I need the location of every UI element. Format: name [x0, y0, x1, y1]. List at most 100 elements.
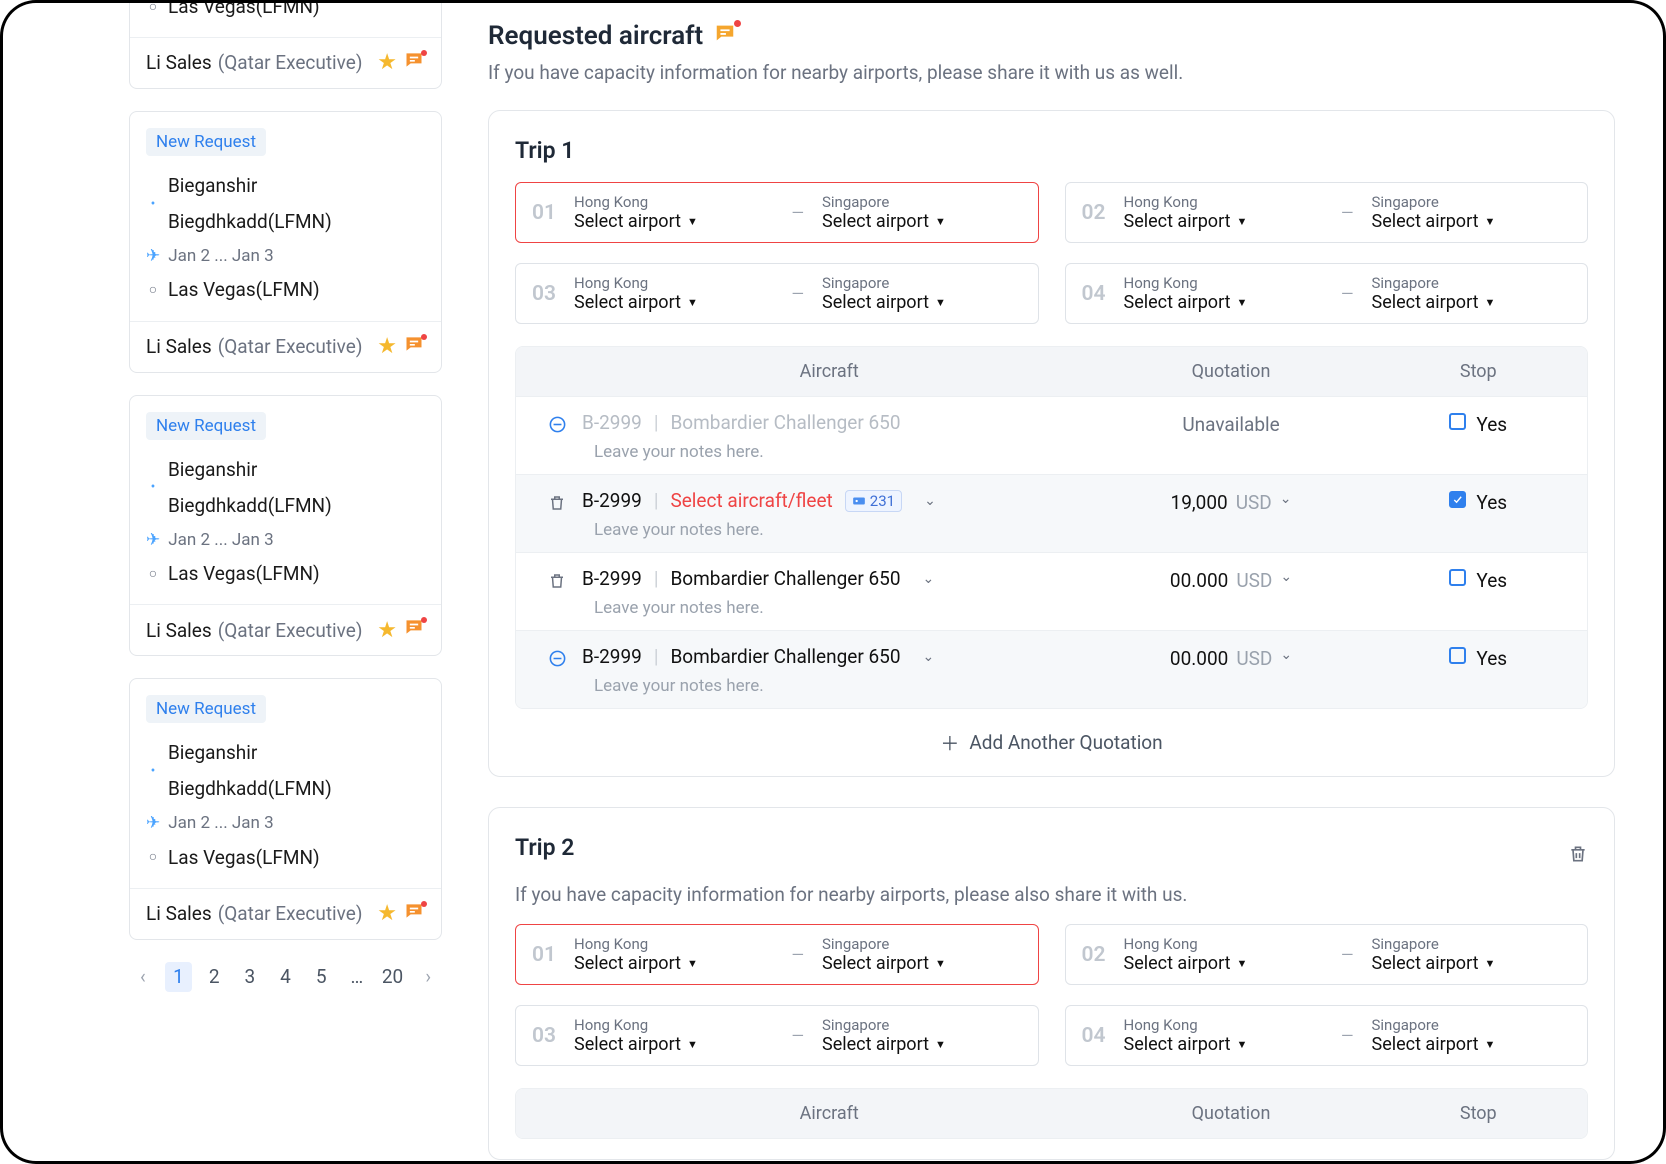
request-card[interactable]: New Request •Bieganshir Biegdhkadd(LFMN)…: [129, 111, 442, 373]
chat-icon[interactable]: [403, 617, 425, 643]
from-airport-select[interactable]: Select airport ▼: [1124, 1034, 1248, 1055]
new-request-badge: New Request: [146, 695, 266, 723]
leg-selector[interactable]: 02 Hong Kong Select airport ▼ — Singapor…: [1065, 924, 1589, 985]
leg-selector[interactable]: 02 Hong Kong Select airport ▼ — Singapor…: [1065, 182, 1589, 243]
to-label: Singapore: [1372, 1016, 1572, 1034]
pager-next[interactable]: ›: [414, 962, 442, 992]
from-airport-select[interactable]: Select airport ▼: [574, 1034, 698, 1055]
request-card[interactable]: New Request •Bieganshir Biegdhkadd(LFMN)…: [129, 678, 442, 940]
leg-selector[interactable]: 03 Hong Kong Select airport ▼ — Singapor…: [515, 263, 1039, 324]
from-airport-select[interactable]: Select airport ▼: [1124, 292, 1248, 313]
aircraft-line[interactable]: B-2999| Select aircraft/fleet 231 ⌄: [582, 489, 1077, 512]
to-label: Singapore: [1372, 193, 1572, 211]
pager-page[interactable]: 3: [236, 962, 264, 992]
to-airport-select[interactable]: Select airport ▼: [822, 1034, 946, 1055]
leg-number: 03: [532, 282, 556, 306]
from-label: Hong Kong: [574, 193, 774, 211]
notes-placeholder[interactable]: Leave your notes here.: [594, 598, 1077, 618]
dash-icon: —: [1341, 203, 1354, 222]
delete-row-icon[interactable]: [548, 571, 566, 596]
notes-placeholder[interactable]: Leave your notes here.: [594, 442, 1077, 462]
add-quotation-button[interactable]: ＋Add Another Quotation: [515, 709, 1588, 756]
price-cell[interactable]: 19,000USD⌄: [1077, 489, 1386, 514]
from-label: Hong Kong: [1124, 274, 1324, 292]
caret-down-icon: ▼: [1237, 957, 1248, 970]
stop-checkbox[interactable]: [1449, 491, 1466, 508]
pager-prev[interactable]: ‹: [129, 962, 157, 992]
to-airport-select[interactable]: Select airport ▼: [1372, 292, 1496, 313]
from-label: Hong Kong: [574, 935, 774, 953]
dot-icon: •: [146, 474, 160, 501]
aircraft-line[interactable]: B-2999| Bombardier Challenger 650 ⌄: [582, 567, 1077, 590]
pager-page[interactable]: 5: [307, 962, 335, 992]
request-card[interactable]: New Request •Bieganshir Biegdhkadd(LFMN)…: [129, 395, 442, 657]
chat-icon[interactable]: [403, 334, 425, 360]
caret-down-icon: ▼: [935, 296, 946, 309]
pager-page[interactable]: 4: [272, 962, 300, 992]
dash-icon: —: [792, 284, 805, 303]
delete-row-icon[interactable]: [548, 493, 566, 518]
dot-icon: •: [146, 758, 160, 785]
chat-icon[interactable]: [403, 901, 425, 927]
leg-selector[interactable]: 04 Hong Kong Select airport ▼ — Singapor…: [1065, 263, 1589, 324]
table-row: B-2999| Select aircraft/fleet 231 ⌄ Leav…: [516, 474, 1587, 552]
to-airport-select[interactable]: Select airport ▼: [822, 292, 946, 313]
to-airport-select[interactable]: Select airport ▼: [1372, 1034, 1496, 1055]
from-airport-select[interactable]: Select airport ▼: [1124, 953, 1248, 974]
star-icon[interactable]: ★: [377, 334, 397, 359]
to-airport-select[interactable]: Select airport ▼: [1372, 211, 1496, 232]
caret-down-icon: ▼: [687, 1038, 698, 1051]
route-line: •Bieganshir Biegdhkadd(LFMN): [146, 735, 425, 807]
pager-page[interactable]: 20: [379, 962, 407, 992]
route-line: •Bieganshir Biegdhkadd(LFMN): [146, 452, 425, 524]
stop-cell: Yes: [1386, 411, 1571, 436]
to-airport-select[interactable]: Select airport ▼: [822, 211, 946, 232]
pager-page[interactable]: 1: [165, 962, 193, 992]
to-label: Singapore: [1372, 935, 1572, 953]
leg-selector[interactable]: 01 Hong Kong Select airport ▼ — Singapor…: [515, 924, 1039, 985]
dot-icon: •: [146, 191, 160, 218]
from-airport-select[interactable]: Select airport ▼: [574, 953, 698, 974]
from-airport-select[interactable]: Select airport ▼: [574, 211, 698, 232]
plus-icon: ＋: [940, 729, 959, 756]
disable-row-icon[interactable]: [548, 649, 567, 673]
dash-icon: —: [792, 1026, 805, 1045]
to-airport-select[interactable]: Select airport ▼: [1372, 953, 1496, 974]
delete-trip-icon[interactable]: [1568, 843, 1588, 870]
chat-icon[interactable]: [713, 22, 737, 50]
leg-number: 02: [1082, 943, 1106, 967]
from-airport-select[interactable]: Select airport ▼: [574, 292, 698, 313]
from-airport-select[interactable]: Select airport ▼: [1124, 211, 1248, 232]
leg-selector[interactable]: 03 Hong Kong Select airport ▼ — Singapor…: [515, 1005, 1039, 1066]
star-icon[interactable]: ★: [377, 618, 397, 643]
price-cell[interactable]: 00.000USD⌄: [1077, 567, 1386, 592]
disable-row-icon[interactable]: [548, 415, 567, 439]
price-cell[interactable]: Unavailable: [1077, 411, 1386, 436]
notes-placeholder[interactable]: Leave your notes here.: [594, 520, 1077, 540]
stop-cell: Yes: [1386, 567, 1571, 592]
star-icon[interactable]: ★: [377, 901, 397, 926]
dest-line: ○Las Vegas(LFMN): [146, 272, 425, 308]
to-airport-select[interactable]: Select airport ▼: [822, 953, 946, 974]
aircraft-line[interactable]: B-2999| Bombardier Challenger 650: [582, 411, 1077, 434]
request-card[interactable]: • ✈Jan 2 ... Jan 3 ○Las Vegas(LFMN) Li S…: [129, 3, 442, 89]
price-cell[interactable]: 00.000USD⌄: [1077, 645, 1386, 670]
star-icon[interactable]: ★: [377, 50, 397, 75]
notes-placeholder[interactable]: Leave your notes here.: [594, 676, 1077, 696]
seller-line: Li Sales (Qatar Executive) ★: [146, 617, 425, 643]
stop-checkbox[interactable]: [1449, 413, 1466, 430]
caret-down-icon: ▼: [687, 296, 698, 309]
new-request-badge: New Request: [146, 412, 266, 440]
leg-selector[interactable]: 04 Hong Kong Select airport ▼ — Singapor…: [1065, 1005, 1589, 1066]
stop-checkbox[interactable]: [1449, 569, 1466, 586]
aircraft-line[interactable]: B-2999| Bombardier Challenger 650 ⌄: [582, 645, 1077, 668]
trip-panel: Trip 2If you have capacity information f…: [488, 807, 1615, 1160]
chevron-down-icon: ⌄: [924, 493, 936, 509]
table-header: AircraftQuotationStop: [516, 1089, 1587, 1138]
pager-page[interactable]: 2: [200, 962, 228, 992]
leg-selector[interactable]: 01 Hong Kong Select airport ▼ — Singapor…: [515, 182, 1039, 243]
trip-subtitle: If you have capacity information for nea…: [515, 883, 1588, 906]
chat-icon[interactable]: [403, 50, 425, 76]
stop-checkbox[interactable]: [1449, 647, 1466, 664]
seller-line: Li Sales (Qatar Executive) ★: [146, 50, 425, 76]
